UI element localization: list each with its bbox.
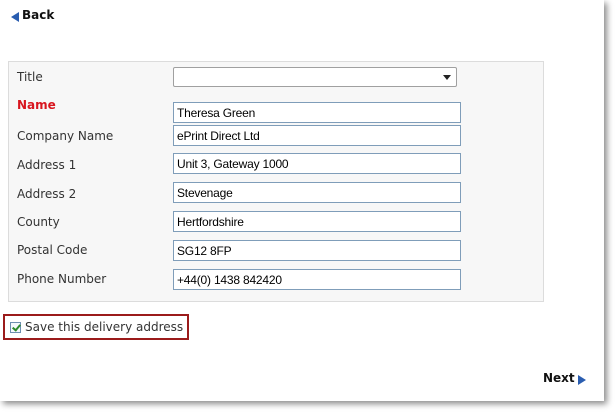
county-label: County <box>17 215 60 229</box>
save-address-label: Save this delivery address <box>25 320 184 334</box>
arrow-left-icon <box>11 11 19 22</box>
address2-label: Address 2 <box>17 187 77 201</box>
postal-code-field[interactable] <box>173 240 461 261</box>
address1-field[interactable] <box>173 153 461 174</box>
delivery-address-panel: Back Title Name Company Name Address 1 A… <box>0 0 604 401</box>
save-address-option[interactable]: Save this delivery address <box>3 314 189 340</box>
postal-code-label: Postal Code <box>17 243 88 257</box>
chevron-down-icon <box>443 75 451 80</box>
next-label: Next <box>543 371 575 385</box>
arrow-right-icon <box>577 374 586 385</box>
title-label: Title <box>17 70 43 84</box>
county-field[interactable] <box>173 211 461 232</box>
save-address-checkbox[interactable] <box>10 321 21 333</box>
address1-label: Address 1 <box>17 158 77 172</box>
phone-number-field[interactable] <box>173 269 461 290</box>
address2-field[interactable] <box>173 182 461 203</box>
next-link[interactable]: Next <box>543 371 586 385</box>
name-label: Name <box>17 98 56 112</box>
phone-number-label: Phone Number <box>17 272 107 286</box>
back-label: Back <box>22 8 55 22</box>
name-field[interactable] <box>173 102 461 123</box>
company-name-field[interactable] <box>173 125 461 146</box>
back-link[interactable]: Back <box>11 8 54 22</box>
company-name-label: Company Name <box>17 129 114 143</box>
title-select[interactable] <box>173 67 457 87</box>
